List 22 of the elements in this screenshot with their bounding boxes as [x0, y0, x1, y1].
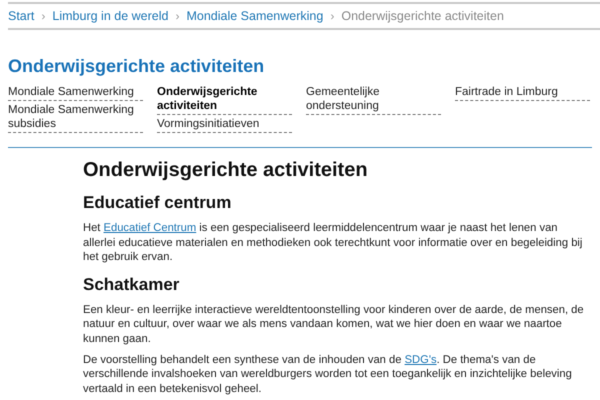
breadcrumb-link[interactable]: Start: [8, 9, 34, 23]
subnav-link[interactable]: Fairtrade in Limburg: [455, 85, 590, 101]
breadcrumb-link[interactable]: Mondiale Samenwerking: [186, 9, 324, 23]
paragraph: Het Educatief Centrum is een gespecialiseerd leermiddelencentrum waar je naast het lenen van allerlei educatieve materialen en methodieken ook terechtkunt voor informatie over en begeleiding bij het gebruik ervan.: [83, 221, 584, 265]
section-heading: Educatief centrum: [83, 193, 232, 213]
inline-link[interactable]: SDG's: [404, 354, 437, 366]
subnav-link[interactable]: Vormingsinitiatieven: [157, 117, 292, 133]
subnav-link[interactable]: Mondiale Samenwerking subsidies: [8, 103, 143, 133]
subnav-link[interactable]: Onderwijsgerichte activiteiten: [157, 85, 292, 115]
paragraph: Een kleur- en leerrijke interactieve wereldtentoonstelling voor kinderen over de aarde, de mensen, de natuur en cultuur, over waar we als mens vandaan komen, wat we hier doen en waar we naartoe kunnen gaan.: [83, 302, 585, 347]
paragraph: De voorstelling behandelt een synthese van de inhouden van de SDG's. De thema's van de verschillende invalshoeken van wereldburgers worden tot een toegankelijk en inzichtelijke beleving vertaald in een betekenisvol geheel.: [83, 352, 573, 396]
breadcrumb-link[interactable]: Limburg in de wereld: [52, 9, 168, 23]
section-heading: Schatkamer: [83, 274, 180, 295]
subnav-link[interactable]: Mondiale Samenwerking: [8, 85, 143, 101]
breadcrumb-separator: ›: [41, 9, 46, 23]
subnav-link[interactable]: Gemeentelijke ondersteuning: [306, 85, 441, 115]
breadcrumb-separator: ›: [330, 9, 334, 23]
article-title: Onderwijsgerichte activiteiten: [83, 159, 369, 182]
section-title: Onderwijsgerichte activiteiten: [8, 56, 266, 77]
inline-link[interactable]: Educatief Centrum: [104, 222, 196, 234]
breadcrumb-current: Onderwijsgerichte activiteiten: [341, 9, 504, 23]
breadcrumb-separator: ›: [175, 9, 180, 23]
